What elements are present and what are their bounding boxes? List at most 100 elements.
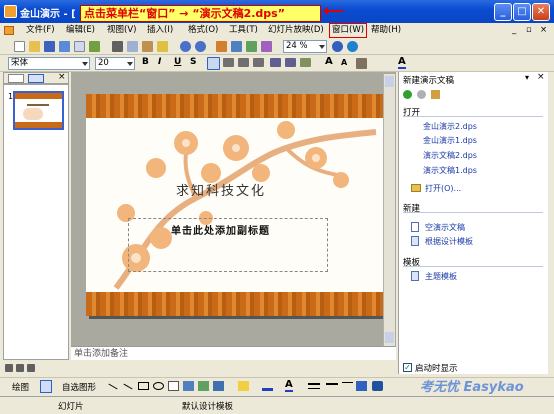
font-color-button[interactable]: A (398, 56, 406, 69)
maximize-button[interactable]: □ (513, 3, 531, 21)
textbox-icon[interactable] (168, 381, 179, 391)
recent-file-3[interactable]: 演示文稿2.dps (423, 150, 477, 161)
scroll-down-button[interactable] (385, 332, 394, 343)
open-icon[interactable] (29, 41, 40, 52)
indent-icon[interactable] (300, 58, 311, 67)
chart-icon[interactable] (216, 41, 227, 52)
numbering-icon[interactable] (270, 58, 281, 67)
rectangle-icon[interactable] (138, 382, 149, 390)
open-folder-icon (411, 184, 421, 192)
new-from-template-link[interactable]: 根据设计模板 (425, 236, 473, 247)
justify-icon[interactable] (253, 58, 264, 67)
underline-button[interactable]: U (174, 57, 181, 67)
new-icon[interactable] (14, 41, 25, 52)
size-select[interactable]: 20 (95, 57, 135, 70)
align-center-icon[interactable] (223, 58, 234, 67)
slide-thumbnail[interactable] (13, 91, 64, 130)
align-right-icon[interactable] (238, 58, 249, 67)
menu-file[interactable]: 文件(F) (26, 24, 55, 37)
zoom-select[interactable]: 24 % (283, 40, 327, 53)
menu-insert[interactable]: 插入(I) (147, 24, 173, 37)
line-icon[interactable] (108, 383, 118, 390)
grid-icon[interactable] (261, 41, 272, 52)
ellipse-icon[interactable] (153, 382, 164, 390)
image-icon[interactable] (246, 41, 257, 52)
tab-slides[interactable] (28, 74, 44, 83)
subtitle-placeholder-box[interactable]: 单击此处添加副标题 (128, 218, 328, 272)
close-button[interactable]: ✕ (532, 3, 550, 21)
cut-icon[interactable] (112, 41, 123, 52)
help-icon[interactable] (332, 41, 343, 52)
menu-window[interactable]: 窗口(W) (329, 23, 368, 38)
doc-minimize-button[interactable]: _ (512, 24, 516, 37)
bullets-icon[interactable] (285, 58, 296, 67)
arrow-style-icon[interactable] (342, 382, 353, 390)
copy-icon[interactable] (127, 41, 138, 52)
slideshow-view-icon[interactable] (27, 364, 35, 372)
picture-icon[interactable] (213, 381, 224, 391)
menu-help[interactable]: 帮助(H) (371, 24, 401, 37)
line-color-icon[interactable] (262, 381, 273, 391)
recent-file-2[interactable]: 金山演示1.dps (423, 135, 477, 146)
redo-icon[interactable] (195, 41, 206, 52)
wordart-icon[interactable] (183, 381, 194, 391)
menu-slideshow[interactable]: 幻灯片放映(D) (268, 24, 324, 37)
globe-icon[interactable] (347, 41, 358, 52)
home-icon[interactable] (431, 90, 440, 99)
shadow-button[interactable]: S (190, 57, 196, 67)
scroll-up-button[interactable] (385, 76, 394, 87)
doc-close-button[interactable]: × (540, 24, 547, 37)
arrow-tool-icon[interactable] (123, 383, 133, 390)
shadow-style-icon[interactable] (356, 381, 367, 391)
minimize-button[interactable]: _ (494, 3, 512, 21)
pane-close-icon[interactable]: × (58, 72, 66, 82)
bold-button[interactable]: B (142, 57, 149, 67)
doc-restore-button[interactable]: ▫ (526, 24, 532, 37)
align-left-icon[interactable] (207, 57, 220, 70)
shrink-font-button[interactable]: A (341, 58, 347, 67)
forward-icon[interactable] (417, 90, 426, 99)
back-icon[interactable] (403, 90, 412, 99)
table-icon[interactable] (231, 41, 242, 52)
italic-button[interactable]: I (158, 57, 161, 67)
3d-style-icon[interactable] (372, 381, 383, 391)
recent-file-1[interactable]: 金山演示2.dps (423, 121, 477, 132)
save-icon[interactable] (44, 41, 55, 52)
startup-checkbox[interactable]: ✓ (403, 363, 412, 372)
spellcheck-icon[interactable] (89, 41, 100, 52)
taskpane-menu-icon[interactable]: ▾ (525, 73, 529, 82)
taskpane-close-icon[interactable]: × (537, 72, 545, 82)
sorter-view-icon[interactable] (16, 364, 24, 372)
clipart-icon[interactable] (198, 381, 209, 391)
paste-icon[interactable] (142, 41, 153, 52)
status-design: 默认设计模板 (182, 402, 234, 412)
tab-outline[interactable] (8, 74, 24, 83)
notes-area[interactable]: 单击添加备注 (71, 346, 396, 360)
format-painter-icon[interactable] (157, 41, 168, 52)
recent-file-4[interactable]: 演示文稿1.dps (423, 165, 477, 176)
theme-template-link[interactable]: 主题模板 (425, 271, 457, 282)
dash-style-icon[interactable] (326, 383, 338, 389)
line-style-icon[interactable] (308, 383, 320, 389)
autoshapes-menu-button[interactable]: 自选图形 (62, 381, 96, 393)
new-blank-link[interactable]: 空演示文稿 (425, 222, 465, 233)
menu-tools[interactable]: 工具(T) (229, 24, 258, 37)
text-direction-icon[interactable] (356, 58, 367, 69)
menu-format[interactable]: 格式(O) (188, 24, 218, 37)
select-pointer-icon[interactable] (40, 380, 52, 393)
normal-view-icon[interactable] (5, 364, 13, 372)
font-color-draw-icon[interactable]: A (285, 379, 293, 392)
draw-menu-button[interactable]: 绘图 (12, 381, 29, 393)
slide[interactable]: 求知科技文化 单击此处添加副标题 (86, 94, 383, 316)
preview-icon[interactable] (74, 41, 85, 52)
menu-view[interactable]: 视图(V) (107, 24, 136, 37)
slide-title[interactable]: 求知科技文化 (176, 180, 266, 199)
open-more-link[interactable]: 打开(O)... (425, 183, 461, 194)
vertical-scrollbar[interactable] (383, 74, 395, 346)
grow-font-button[interactable]: A (325, 56, 333, 67)
fill-color-icon[interactable] (238, 381, 249, 391)
undo-icon[interactable] (180, 41, 191, 52)
print-icon[interactable] (59, 41, 70, 52)
font-select[interactable]: 宋体 (8, 57, 90, 70)
menu-edit[interactable]: 编辑(E) (66, 24, 95, 37)
